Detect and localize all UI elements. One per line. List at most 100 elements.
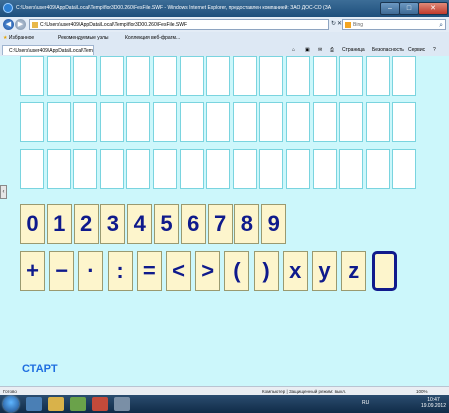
symbol-key-8[interactable]: ) bbox=[253, 251, 279, 291]
digit-key-1[interactable]: 1 bbox=[46, 204, 72, 244]
side-handle[interactable]: ‹ bbox=[0, 185, 7, 199]
answer-cell[interactable] bbox=[20, 149, 44, 189]
clock[interactable]: 10:47 19.09.2012 bbox=[421, 397, 446, 409]
language-indicator[interactable]: RU bbox=[362, 400, 369, 406]
symbol-key-0[interactable]: + bbox=[20, 251, 45, 291]
digit-key-8[interactable]: 8 bbox=[234, 204, 260, 244]
answer-cell[interactable] bbox=[99, 56, 124, 96]
answer-cell[interactable] bbox=[179, 102, 204, 142]
feeds-icon[interactable]: ▣ bbox=[305, 44, 310, 56]
answer-cell[interactable] bbox=[46, 149, 71, 189]
close-button[interactable]: ✕ bbox=[418, 2, 448, 15]
digit-key-5[interactable]: 5 bbox=[154, 204, 179, 244]
answer-cell[interactable] bbox=[99, 102, 124, 142]
answer-cell[interactable] bbox=[312, 149, 337, 189]
answer-cell[interactable] bbox=[339, 56, 364, 96]
answer-cell[interactable] bbox=[392, 102, 417, 142]
search-icon[interactable]: ⌕ bbox=[439, 20, 443, 31]
answer-cell[interactable] bbox=[73, 102, 98, 142]
answer-cell[interactable] bbox=[152, 102, 177, 142]
answer-cell[interactable] bbox=[126, 149, 151, 189]
explorer-taskbar-icon[interactable] bbox=[48, 397, 64, 411]
answer-cell[interactable] bbox=[206, 149, 231, 189]
answer-cell[interactable] bbox=[232, 56, 257, 96]
app2-taskbar-icon[interactable] bbox=[114, 397, 130, 411]
answer-cell[interactable] bbox=[73, 56, 98, 96]
tab-active[interactable]: C:\Users\user409\AppData\Local\Temp\flor… bbox=[2, 45, 94, 55]
print-icon[interactable]: ⎙ bbox=[330, 44, 334, 56]
symbol-key-2[interactable]: · bbox=[78, 251, 104, 291]
answer-cell[interactable] bbox=[126, 102, 151, 142]
mail-icon[interactable]: ✉ bbox=[318, 44, 322, 56]
symbol-key-6[interactable]: > bbox=[195, 251, 221, 291]
answer-cell[interactable] bbox=[392, 56, 417, 96]
maximize-button[interactable]: □ bbox=[399, 2, 419, 15]
answer-cell[interactable] bbox=[312, 56, 337, 96]
answer-cell[interactable] bbox=[365, 149, 390, 189]
answer-cell[interactable] bbox=[365, 102, 390, 142]
symbol-key-9[interactable]: x bbox=[282, 251, 308, 291]
digit-key-2[interactable]: 2 bbox=[73, 204, 99, 244]
favorites-bar: ★ Избранное Рекомендуемые узлы Коллекция… bbox=[0, 32, 449, 44]
answer-cell[interactable] bbox=[392, 149, 417, 189]
digit-key-3[interactable]: 3 bbox=[100, 204, 126, 244]
app-taskbar-icon[interactable] bbox=[92, 397, 108, 411]
answer-cell[interactable] bbox=[285, 56, 310, 96]
answer-cell[interactable] bbox=[365, 56, 390, 96]
media-taskbar-icon[interactable] bbox=[70, 397, 86, 411]
security-menu[interactable]: Безопасность bbox=[372, 44, 404, 56]
answer-cell[interactable] bbox=[152, 149, 177, 189]
answer-cell[interactable] bbox=[46, 56, 71, 96]
answer-cell[interactable] bbox=[152, 56, 177, 96]
help-icon[interactable]: ? bbox=[433, 44, 436, 56]
digit-key-9[interactable]: 9 bbox=[261, 204, 287, 244]
answer-cell[interactable] bbox=[259, 149, 284, 189]
forward-icon[interactable]: ▶ bbox=[15, 19, 26, 30]
answer-cell[interactable] bbox=[206, 56, 231, 96]
favorite-item-recommended[interactable]: Рекомендуемые узлы bbox=[58, 32, 109, 44]
answer-cell[interactable] bbox=[179, 149, 204, 189]
favorite-item-webslices[interactable]: Коллекция веб-фрагм... bbox=[125, 32, 180, 44]
answer-cell[interactable] bbox=[285, 102, 310, 142]
digit-key-6[interactable]: 6 bbox=[180, 204, 206, 244]
digit-key-7[interactable]: 7 bbox=[207, 204, 233, 244]
ie-taskbar-icon[interactable] bbox=[26, 397, 42, 411]
answer-cell[interactable] bbox=[312, 102, 337, 142]
start-orb-icon[interactable] bbox=[3, 396, 19, 412]
address-input[interactable]: C:\Users\user409\AppData\Local\Temp\flor… bbox=[29, 19, 329, 30]
answer-cell[interactable] bbox=[339, 102, 364, 142]
answer-cell[interactable] bbox=[20, 102, 44, 142]
answer-cell[interactable] bbox=[73, 149, 98, 189]
symbol-key-3[interactable]: : bbox=[107, 251, 133, 291]
answer-cell[interactable] bbox=[99, 149, 124, 189]
answer-cell[interactable] bbox=[232, 102, 257, 142]
answer-cell[interactable] bbox=[46, 102, 71, 142]
answer-cell[interactable] bbox=[126, 56, 151, 96]
symbol-key-4[interactable]: = bbox=[136, 251, 162, 291]
symbol-key-11[interactable]: z bbox=[341, 251, 367, 291]
symbol-key-10[interactable]: y bbox=[312, 251, 337, 291]
answer-slot[interactable] bbox=[372, 251, 397, 291]
symbol-key-5[interactable]: < bbox=[166, 251, 191, 291]
digit-key-0[interactable]: 0 bbox=[20, 204, 45, 244]
answer-cell[interactable] bbox=[285, 149, 310, 189]
search-input[interactable]: Bing ⌕ bbox=[342, 19, 446, 30]
start-button[interactable]: СТАРТ bbox=[22, 363, 58, 375]
refresh-icon[interactable]: ↻ bbox=[331, 20, 336, 27]
answer-cell[interactable] bbox=[206, 102, 231, 142]
tools-menu[interactable]: Сервис bbox=[408, 44, 425, 56]
minimize-button[interactable]: – bbox=[380, 2, 400, 15]
back-icon[interactable]: ◀ bbox=[3, 19, 14, 30]
answer-cell[interactable] bbox=[179, 56, 204, 96]
favorites-button[interactable]: ★ Избранное bbox=[3, 32, 34, 44]
home-icon[interactable]: ⌂ bbox=[292, 44, 295, 56]
answer-cell[interactable] bbox=[339, 149, 364, 189]
answer-cell[interactable] bbox=[20, 56, 44, 96]
symbol-key-1[interactable]: − bbox=[49, 251, 75, 291]
answer-cell[interactable] bbox=[259, 102, 284, 142]
page-menu[interactable]: Страница bbox=[342, 44, 365, 56]
answer-cell[interactable] bbox=[259, 56, 284, 96]
digit-key-4[interactable]: 4 bbox=[127, 204, 153, 244]
symbol-key-7[interactable]: ( bbox=[224, 251, 250, 291]
answer-cell[interactable] bbox=[232, 149, 257, 189]
